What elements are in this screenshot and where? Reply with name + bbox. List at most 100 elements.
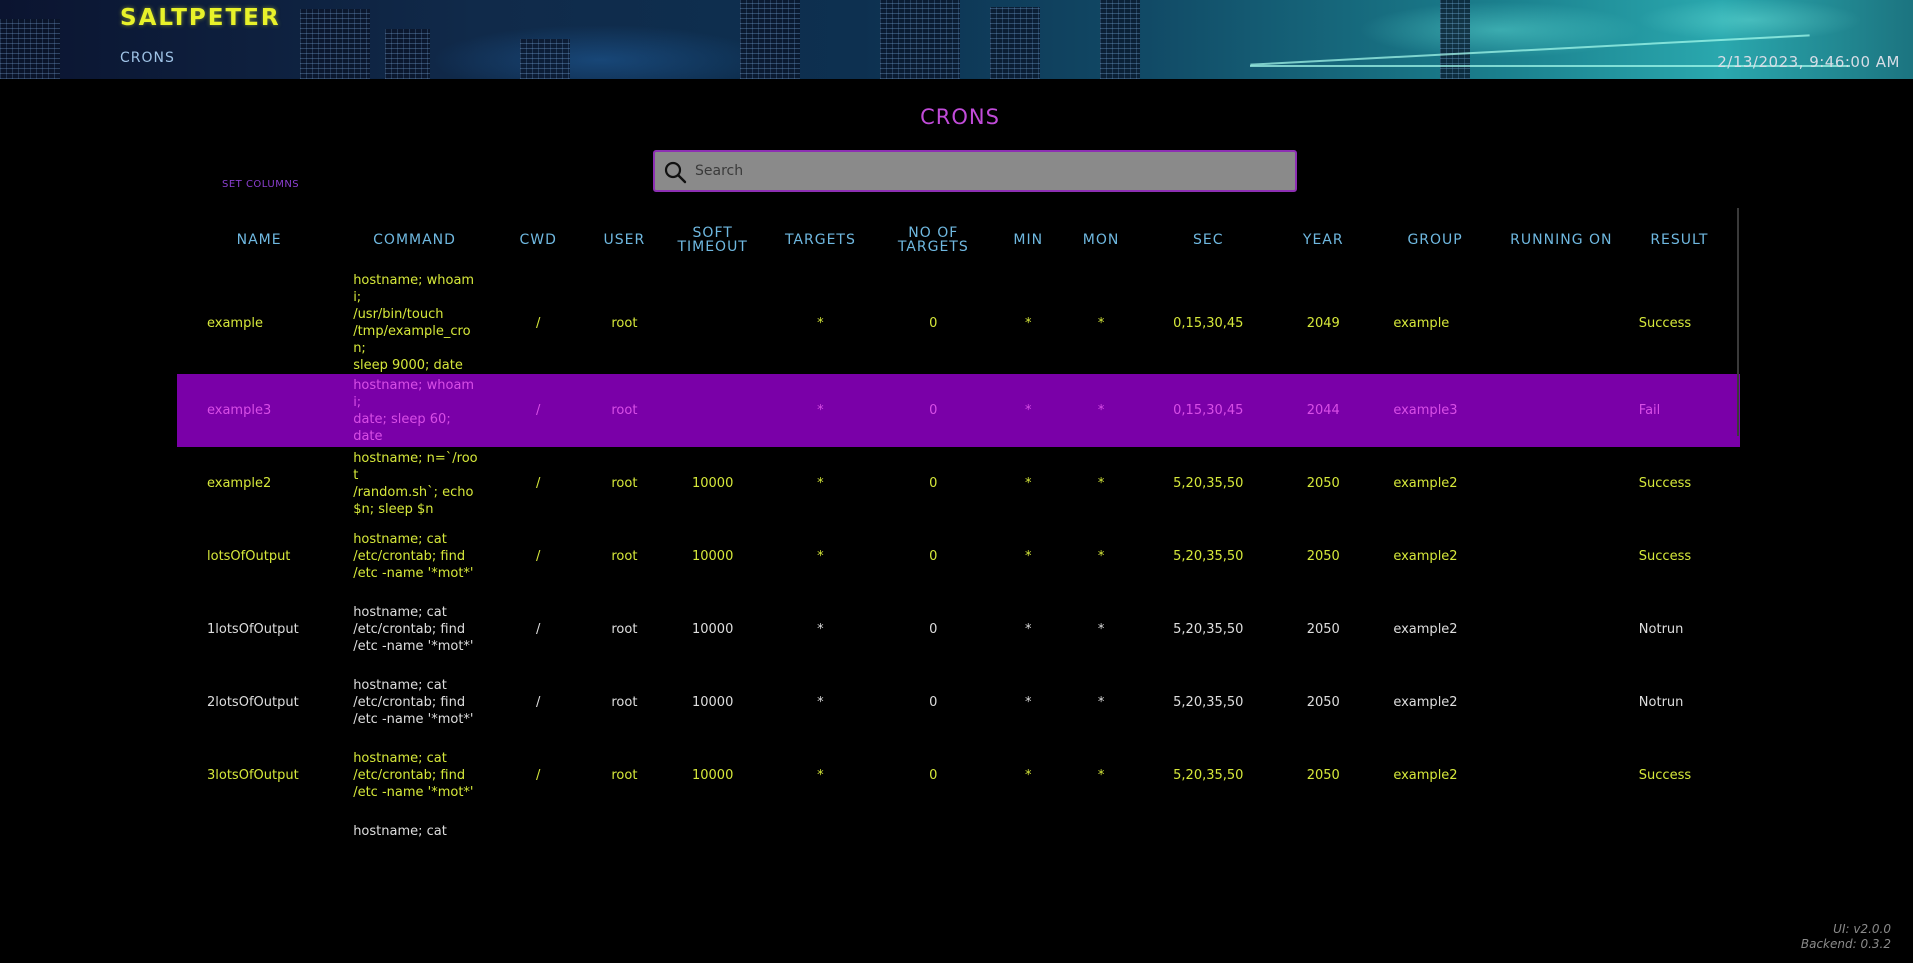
cell-soft-timeout: 10000 [660, 812, 765, 838]
cell-command: hostname; n=`/root /random.sh`; echo $n;… [353, 450, 478, 517]
table-row[interactable]: 4lotsOfOutput hostname; cat /etc/crontab;… [177, 812, 1740, 838]
cell-cwd: / [536, 768, 541, 783]
column-header-result[interactable]: RESULT [1619, 208, 1740, 272]
cell-targets: * [817, 622, 824, 637]
nav-item-crons[interactable]: CRONS [120, 50, 175, 66]
column-header-user[interactable]: USER [589, 208, 661, 272]
column-header-running-on[interactable]: RUNNING ON [1504, 208, 1619, 272]
crons-table-container[interactable]: NAME COMMAND CWD USER SOFT TIMEOUT TARGE… [177, 208, 1743, 838]
table-row[interactable]: example3 hostname; whoami; date; sleep 60… [177, 374, 1740, 447]
cell-no-of-targets: 0 [929, 476, 938, 491]
cell-year: 2044 [1280, 374, 1367, 447]
table-scrollbar[interactable] [1737, 208, 1739, 436]
cell-name: example2 [207, 476, 272, 491]
cell-result: Notrun [1638, 622, 1684, 637]
cell-min: * [991, 812, 1066, 838]
column-header-group[interactable]: GROUP [1366, 208, 1504, 272]
banner-building [880, 0, 960, 79]
cell-running-on [1504, 812, 1619, 838]
table-row[interactable]: example hostname; whoami; /usr/bin/touch … [177, 272, 1740, 374]
table-row[interactable]: 1lotsOfOutput hostname; cat /etc/crontab;… [177, 593, 1740, 666]
cell-targets: * [817, 695, 824, 710]
cell-name: example3 [177, 374, 342, 447]
table-row[interactable]: example2 hostname; n=`/root /random.sh`; … [177, 447, 1740, 520]
cell-group: example2 [1393, 695, 1458, 710]
cell-no-of-targets: 0 [929, 315, 938, 331]
search-box[interactable] [653, 150, 1297, 192]
banner-building [0, 19, 60, 79]
cell-year: 2050 [1306, 768, 1340, 783]
column-header-name[interactable]: NAME [177, 208, 341, 272]
cell-command: hostname; cat /etc/crontab; find /etc -n… [353, 824, 447, 838]
cell-cwd: / [536, 695, 541, 710]
cell-result: Success [1638, 549, 1692, 564]
cell-soft-timeout: 10000 [691, 622, 734, 637]
cell-year: 2050 [1306, 695, 1340, 710]
set-columns-button[interactable]: SET COLUMNS [222, 179, 299, 190]
cell-result: Notrun [1619, 812, 1740, 838]
cell-user: root [589, 812, 661, 838]
banner-building [1100, 0, 1140, 79]
cell-name: 4lotsOfOutput [177, 812, 341, 838]
cell-user: root [611, 476, 638, 491]
cell-running-on [1504, 593, 1619, 666]
page-title: CRONS [920, 105, 1000, 129]
cell-name: example [207, 315, 263, 331]
crons-table: NAME COMMAND CWD USER SOFT TIMEOUT TARGE… [177, 208, 1740, 838]
cell-group: example2 [1393, 622, 1458, 637]
cell-name: 3lotsOfOutput [207, 768, 299, 783]
column-header-mon[interactable]: MON [1066, 208, 1137, 272]
cell-year: 2050 [1306, 622, 1340, 637]
cell-group: example2 [1393, 549, 1458, 564]
column-header-cwd[interactable]: CWD [488, 208, 589, 272]
cell-sec: 0,15,30,45 [1173, 315, 1244, 331]
cell-no-of-targets: 0 [929, 768, 938, 783]
cell-name: 1lotsOfOutput [207, 622, 299, 637]
cell-year: 2050 [1280, 812, 1366, 838]
cell-mon: * [1097, 768, 1105, 783]
cell-user: root [588, 374, 661, 447]
cell-cwd: / [536, 549, 541, 564]
column-header-min[interactable]: MIN [991, 208, 1066, 272]
cell-running-on [1504, 272, 1619, 374]
banner-building [990, 7, 1040, 79]
table-row[interactable]: 2lotsOfOutput hostname; cat /etc/crontab;… [177, 666, 1740, 739]
search-input[interactable] [695, 152, 1289, 190]
table-row[interactable]: lotsOfOutput hostname; cat /etc/crontab; … [177, 520, 1740, 593]
column-header-soft-timeout[interactable]: SOFT TIMEOUT [660, 208, 765, 272]
cell-mon: * [1066, 812, 1137, 838]
cell-user: root [611, 622, 638, 637]
cell-user: root [611, 768, 638, 783]
cell-cwd: / [536, 315, 541, 331]
cell-min: * [1024, 315, 1032, 331]
app-logo[interactable]: SALTPETER [120, 5, 281, 35]
cell-name: lotsOfOutput [207, 549, 291, 564]
cell-cwd: / [487, 374, 589, 447]
column-header-year[interactable]: YEAR [1280, 208, 1366, 272]
cell-mon: * [1065, 374, 1137, 447]
cell-year: 2049 [1306, 315, 1340, 331]
cell-sec: 5,20,35,50 [1173, 549, 1244, 564]
cell-min: * [1024, 695, 1032, 710]
column-header-sec[interactable]: SEC [1136, 208, 1280, 272]
cell-command: hostname; cat /etc/crontab; find /etc -n… [353, 532, 474, 581]
cell-running-on [1504, 520, 1619, 593]
cell-min: * [1024, 549, 1032, 564]
cell-year: 2050 [1306, 549, 1340, 564]
cell-sec: 5,20,35,50 [1173, 476, 1244, 491]
cell-running-on [1504, 666, 1619, 739]
cell-soft-timeout: 10000 [691, 695, 734, 710]
cell-no-of-targets: 0 [929, 549, 938, 564]
cell-user: root [611, 549, 638, 564]
column-header-command[interactable]: COMMAND [341, 208, 488, 272]
cell-targets: * [817, 768, 824, 783]
banner-building [1440, 0, 1470, 79]
banner-building [385, 29, 430, 79]
cell-sec: 5,20,35,50 [1136, 812, 1280, 838]
cell-mon: * [1097, 549, 1105, 564]
table-row[interactable]: 3lotsOfOutput hostname; cat /etc/crontab;… [177, 739, 1740, 812]
column-header-targets[interactable]: TARGETS [765, 208, 876, 272]
cell-name: 2lotsOfOutput [207, 695, 299, 710]
column-header-no-of-targets[interactable]: NO OF TARGETS [876, 208, 991, 272]
cell-result: Fail [1618, 374, 1740, 447]
